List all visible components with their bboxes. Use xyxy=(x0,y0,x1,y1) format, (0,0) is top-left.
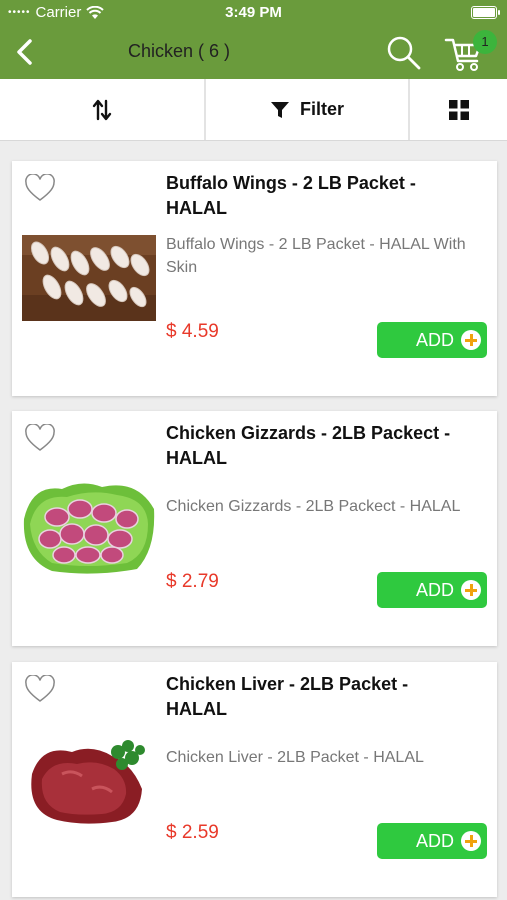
product-name[interactable]: Chicken Gizzards - 2LB Packect - HALAL xyxy=(166,421,456,471)
heart-favorite-icon[interactable] xyxy=(25,675,55,703)
grid-icon xyxy=(448,99,469,120)
grid-view-button[interactable] xyxy=(410,79,507,140)
add-to-cart-button[interactable]: ADD xyxy=(377,572,487,608)
status-bar: ••••• Carrier 3:49 PM xyxy=(0,0,507,26)
add-to-cart-button[interactable]: ADD xyxy=(377,823,487,859)
product-card[interactable]: Buffalo Wings - 2 LB Packet - HALAL Buff… xyxy=(12,161,497,396)
heart-favorite-icon[interactable] xyxy=(25,424,55,452)
add-to-cart-button[interactable]: ADD xyxy=(377,322,487,358)
battery-icon xyxy=(471,6,500,19)
product-description: Chicken Liver - 2LB Packet - HALAL xyxy=(166,749,424,766)
top-bar: ••••• Carrier 3:49 PM Chicken ( 6 ) 1 xyxy=(0,0,507,79)
heart-favorite-icon[interactable] xyxy=(25,174,55,202)
cart-count-badge: 1 xyxy=(473,30,497,54)
sort-filter-toolbar: Filter xyxy=(0,79,507,141)
product-image-chicken-liver[interactable] xyxy=(22,734,156,830)
search-icon[interactable] xyxy=(384,33,424,73)
product-price: $ 2.59 xyxy=(166,822,219,843)
product-image-chicken-gizzards[interactable] xyxy=(22,479,156,575)
filter-label: Filter xyxy=(299,99,344,119)
add-button-label: ADD xyxy=(415,579,454,600)
sort-button[interactable] xyxy=(0,79,206,140)
product-name[interactable]: Buffalo Wings - 2 LB Packet - HALAL xyxy=(166,171,456,221)
add-button-label: ADD xyxy=(415,830,454,851)
page-title: Chicken ( 6 ) xyxy=(128,41,231,61)
status-time: 3:49 PM xyxy=(225,4,282,21)
plus-circle-icon xyxy=(461,580,481,600)
product-description: Buffalo Wings - 2 LB Packet - HALAL With… xyxy=(166,236,466,276)
plus-circle-icon xyxy=(461,831,481,851)
filter-button[interactable]: Filter xyxy=(206,79,410,140)
back-chevron-icon[interactable] xyxy=(10,36,42,68)
product-price: $ 2.79 xyxy=(166,571,219,592)
sort-arrows-icon xyxy=(92,99,112,120)
plus-circle-icon xyxy=(461,330,481,350)
product-name[interactable]: Chicken Liver - 2LB Packet - HALAL xyxy=(166,672,456,722)
funnel-icon xyxy=(270,101,289,118)
nav-bar: Chicken ( 6 ) 1 xyxy=(0,26,507,79)
add-button-label: ADD xyxy=(415,329,454,350)
product-description: Chicken Gizzards - 2LB Packect - HALAL xyxy=(166,498,461,515)
product-card[interactable]: Chicken Gizzards - 2LB Packect - HALAL C… xyxy=(12,411,497,646)
product-image-buffalo-wings[interactable] xyxy=(22,235,156,321)
product-price: $ 4.59 xyxy=(166,321,219,342)
product-card[interactable]: Chicken Liver - 2LB Packet - HALAL Chick… xyxy=(12,662,497,897)
